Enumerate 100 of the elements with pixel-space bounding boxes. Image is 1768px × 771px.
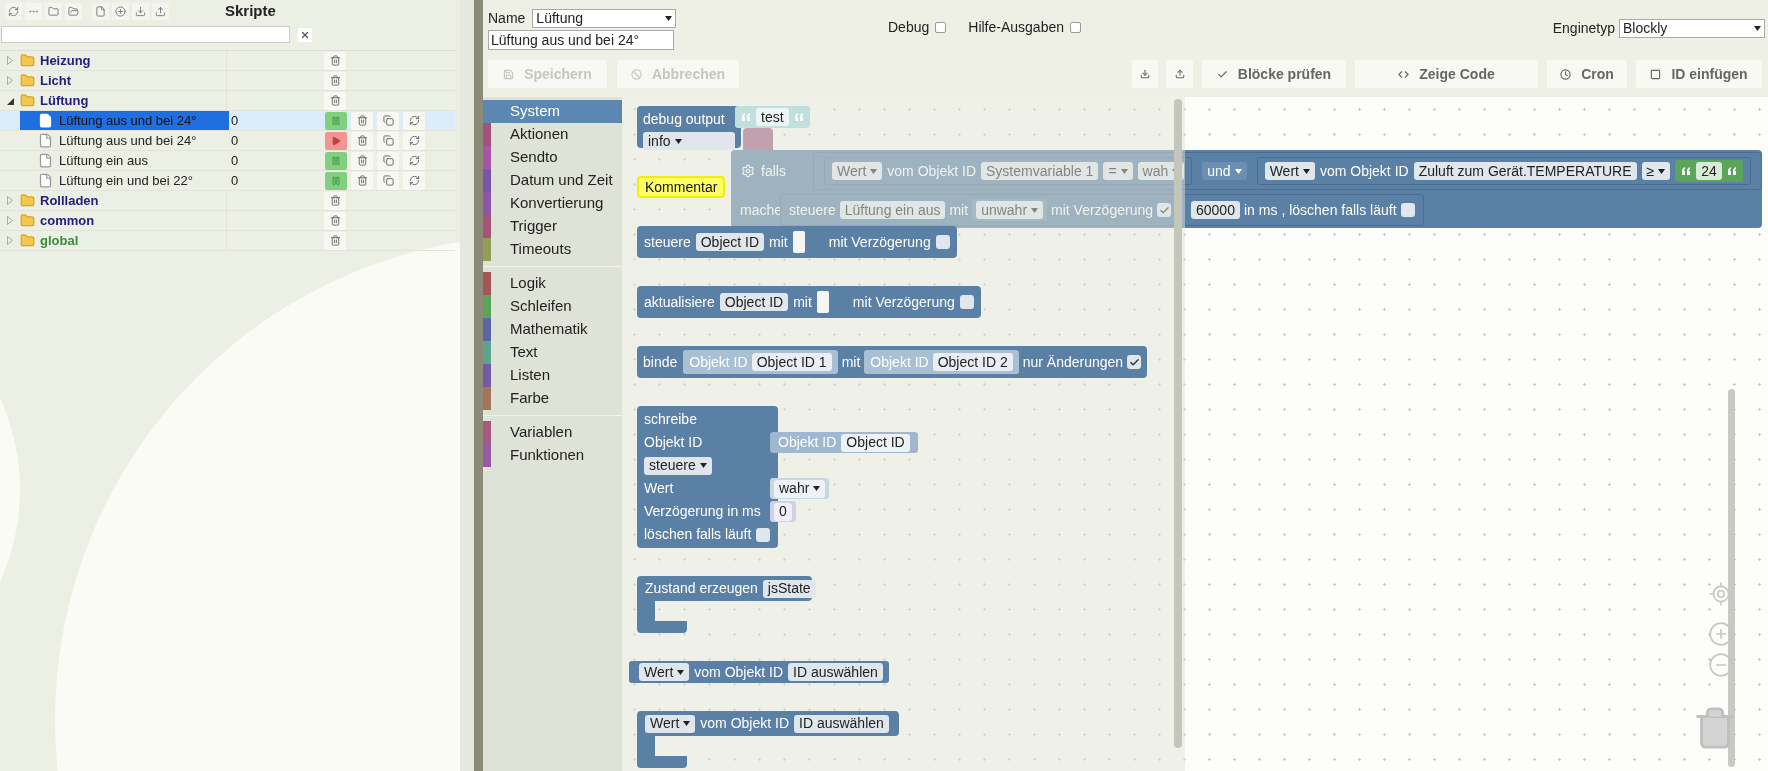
text-field[interactable]: Object ID 2	[932, 353, 1013, 371]
object-id-block[interactable]: Objekt ID Object ID 1	[683, 350, 838, 374]
delete-button[interactable]	[324, 71, 346, 90]
checkbox[interactable]	[1127, 355, 1142, 369]
dots-button[interactable]	[25, 2, 42, 20]
category-item[interactable]: Aktionen	[483, 123, 622, 146]
text-field[interactable]: ID auswählen	[788, 663, 883, 681]
category-item[interactable]: Timeouts	[483, 238, 622, 261]
folder-row[interactable]: Licht	[0, 71, 455, 91]
play-button[interactable]	[325, 131, 347, 150]
category-item[interactable]: Listen	[483, 364, 622, 387]
checkbox[interactable]	[1400, 203, 1415, 217]
delete-button[interactable]	[351, 171, 373, 190]
name-cell[interactable]: Lüftung aus und bei 24°	[20, 131, 229, 150]
collapse-icon[interactable]	[6, 96, 14, 105]
gear-icon[interactable]	[741, 164, 755, 178]
copy-button[interactable]	[377, 151, 399, 170]
text-field[interactable]: Object ID	[695, 233, 765, 251]
comment-block[interactable]: Kommentar	[637, 176, 726, 198]
checkbox[interactable]	[959, 295, 974, 309]
check-button[interactable]: Blöcke prüfen	[1202, 60, 1346, 88]
text-field[interactable]: Object ID 1	[751, 353, 832, 371]
name-cell[interactable]: Lüftung ein aus	[20, 151, 229, 170]
text-field[interactable]: Object ID	[841, 433, 910, 452]
category-item[interactable]: Datum und Zeit	[483, 169, 622, 192]
compare-block[interactable]: Wert vom Objekt ID Zuluft zum Gerät.TEMPERATURE ≥ 24	[1256, 157, 1751, 185]
pause-button[interactable]	[325, 171, 347, 190]
name-cell[interactable]: Lüftung ein und bei 22°	[20, 171, 229, 190]
text-field[interactable]: 60000	[1191, 201, 1240, 219]
refresh-button[interactable]	[5, 2, 22, 20]
object-id-block[interactable]: Objekt ID Object ID	[770, 432, 918, 453]
restart-button[interactable]	[403, 171, 425, 190]
folder-row[interactable]: Rollladen	[0, 191, 455, 211]
text-field[interactable]: test	[756, 108, 789, 126]
checkbox[interactable]	[756, 527, 771, 542]
restart-button[interactable]	[403, 151, 425, 170]
delete-button[interactable]	[324, 211, 346, 230]
scrollbar[interactable]	[1728, 389, 1735, 767]
download-button[interactable]	[132, 2, 149, 20]
control-block[interactable]: steuere Object ID mit mit Verzögerung	[637, 226, 957, 258]
category-item[interactable]: Farbe	[483, 387, 622, 410]
text-block[interactable]: test	[735, 106, 810, 128]
category-item[interactable]: Text	[483, 341, 622, 364]
script-row[interactable]: Lüftung aus und bei 24° 0	[0, 131, 455, 151]
pause-button[interactable]	[325, 151, 347, 170]
delete-button[interactable]	[324, 231, 346, 250]
expand-icon[interactable]	[7, 56, 13, 65]
checkbox[interactable]	[1070, 22, 1081, 33]
dropdown-field[interactable]: info	[643, 132, 735, 150]
expand-icon[interactable]	[7, 196, 13, 205]
cron-button[interactable]: Cron	[1547, 60, 1627, 88]
copy-button[interactable]	[377, 111, 399, 130]
object-id-block[interactable]: Objekt ID Object ID 2	[864, 350, 1019, 374]
delete-button[interactable]	[351, 151, 373, 170]
text-field[interactable]: 24	[1696, 162, 1722, 180]
expand-icon[interactable]	[7, 216, 13, 225]
delete-button[interactable]	[324, 51, 346, 70]
bind-block[interactable]: binde Objekt ID Object ID 1 mit Objekt ID Object ID 2 nur Änderungen	[637, 346, 1148, 378]
delete-button[interactable]	[324, 191, 346, 210]
dropdown-field[interactable]: Wert	[639, 663, 690, 681]
script-row[interactable]: Lüftung ein aus 0	[0, 151, 455, 171]
file-button[interactable]	[92, 2, 109, 20]
folder-row[interactable]: common	[0, 211, 455, 231]
copy-button[interactable]	[377, 131, 399, 150]
category-item[interactable]: System	[483, 100, 622, 123]
checkbox[interactable]	[935, 22, 947, 33]
script-name-field[interactable]: Lüftung aus und bei 24°	[488, 30, 674, 50]
dropdown-field[interactable]: Wert	[1264, 162, 1315, 180]
import-button[interactable]	[1166, 60, 1193, 88]
text-field[interactable]: Zuluft zum Gerät.TEMPERATURE	[1413, 162, 1637, 180]
category-item[interactable]: Funktionen	[483, 444, 622, 467]
checkbox[interactable]	[935, 235, 950, 249]
insert-button[interactable]: ID einfügen	[1636, 60, 1762, 88]
search-field[interactable]	[1, 26, 290, 43]
dropdown-field[interactable]: steuere	[644, 456, 712, 475]
category-item[interactable]: Logik	[483, 272, 622, 295]
delete-button[interactable]	[324, 91, 346, 110]
expand-icon[interactable]	[7, 76, 13, 85]
folder-row[interactable]: global	[0, 231, 455, 251]
category-item[interactable]: Schleifen	[483, 295, 622, 318]
folder-select[interactable]: Lüftung	[532, 9, 677, 28]
restart-button[interactable]	[403, 131, 425, 150]
expand-icon[interactable]	[7, 236, 13, 245]
script-row[interactable]: Lüftung aus und bei 24° 0	[0, 111, 455, 131]
folder-button[interactable]	[45, 2, 62, 20]
text-field[interactable]: Object ID	[719, 293, 789, 311]
scrollbar[interactable]	[1174, 99, 1182, 748]
delete-button[interactable]	[351, 131, 373, 150]
checkbox[interactable]	[1157, 203, 1171, 217]
restart-button[interactable]	[403, 111, 425, 130]
dropdown-field[interactable]: ≥	[1641, 162, 1671, 180]
script-row[interactable]: Lüftung ein und bei 22° 0	[0, 171, 455, 191]
engine-select[interactable]: Blockly	[1619, 19, 1765, 38]
category-item[interactable]: Konvertierung	[483, 192, 622, 215]
upload-button[interactable]	[152, 2, 169, 20]
and-block[interactable]: Wert vom Objekt ID Systemvariable 1 = wah und Wert vom Objekt ID Zuluft zum Gerät.TEMPERATURE ≥ 24	[813, 152, 1762, 190]
category-item[interactable]: Variablen	[483, 421, 622, 444]
debug-output-block[interactable]: debug output info	[637, 106, 741, 148]
category-item[interactable]: Trigger	[483, 215, 622, 238]
value-trigger-block[interactable]: Wert vom Objekt ID ID auswählen	[637, 711, 899, 768]
